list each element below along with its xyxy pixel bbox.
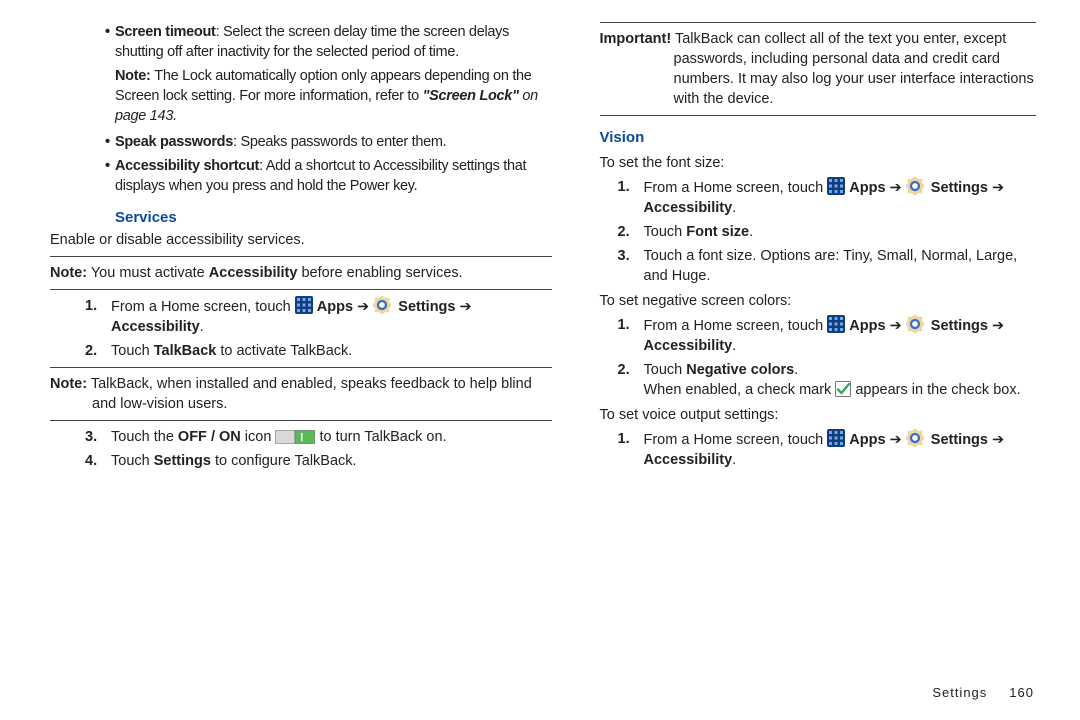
- important-note: Important! TalkBack can collect all of t…: [600, 29, 1037, 109]
- step-1: 1. From a Home screen, touch Apps ➔ Sett…: [618, 177, 1037, 218]
- talkback-note: Note: TalkBack, when installed and enabl…: [50, 374, 552, 414]
- step-2: 2. Touch TalkBack to activate TalkBack.: [85, 341, 552, 361]
- divider: [600, 22, 1037, 23]
- step-4: 4. Touch Settings to configure TalkBack.: [85, 451, 552, 471]
- text: : Speaks passwords to enter them.: [233, 134, 446, 150]
- divider: [50, 289, 552, 290]
- note-ref: "Screen Lock": [423, 88, 519, 104]
- settings-icon: [906, 429, 924, 447]
- footer-page: 160: [1009, 685, 1034, 700]
- divider: [50, 367, 552, 368]
- step-2: 2. Touch Font size.: [618, 222, 1037, 242]
- step-1: 1. From a Home screen, touch Apps ➔ Sett…: [618, 315, 1037, 356]
- right-column: Important! TalkBack can collect all of t…: [596, 22, 1037, 720]
- services-desc: Enable or disable accessibility services…: [50, 230, 552, 250]
- toggle-icon: [275, 430, 315, 444]
- page-footer: Settings 160: [932, 684, 1034, 702]
- neg-intro: To set negative screen colors:: [600, 291, 1037, 311]
- voice-steps: 1. From a Home screen, touch Apps ➔ Sett…: [618, 429, 1037, 470]
- voice-intro: To set voice output settings:: [600, 405, 1037, 425]
- label: Screen timeout: [115, 24, 216, 40]
- services-steps-cont: 3. Touch the OFF / ON icon to turn TalkB…: [85, 427, 552, 471]
- bullet-screen-timeout: Screen timeout: Select the screen delay …: [115, 22, 552, 62]
- note-prefix: Note:: [115, 68, 154, 84]
- font-steps: 1. From a Home screen, touch Apps ➔ Sett…: [618, 177, 1037, 286]
- apps-icon: [827, 429, 845, 447]
- divider: [50, 256, 552, 257]
- heading-vision: Vision: [600, 128, 1037, 149]
- apps-icon: [827, 177, 845, 195]
- settings-icon: [906, 177, 924, 195]
- left-column: Screen timeout: Select the screen delay …: [50, 22, 552, 720]
- font-intro: To set the font size:: [600, 153, 1037, 173]
- divider: [50, 420, 552, 421]
- bullet-a11y-shortcut: Accessibility shortcut: Add a shortcut t…: [115, 156, 552, 196]
- apps-icon: [295, 296, 313, 314]
- note-lock-auto: Note: The Lock automatically option only…: [115, 66, 552, 126]
- step-2: 2. Touch Negative colors. When enabled, …: [618, 360, 1037, 400]
- services-note: Note: You must activate Accessibility be…: [50, 263, 552, 283]
- apps-icon: [827, 315, 845, 333]
- bullet-speak-passwords: Speak passwords: Speaks passwords to ent…: [115, 132, 552, 152]
- step-3: 3. Touch a font size. Options are: Tiny,…: [618, 246, 1037, 286]
- heading-services: Services: [115, 208, 552, 229]
- services-steps: 1. From a Home screen, touch Apps ➔ Sett…: [85, 296, 552, 361]
- step-1: 1. From a Home screen, touch Apps ➔ Sett…: [85, 296, 552, 337]
- step-3: 3. Touch the OFF / ON icon to turn TalkB…: [85, 427, 552, 447]
- checkbox-icon: [835, 381, 851, 397]
- note-prefix: Note:: [50, 265, 87, 281]
- divider: [600, 115, 1037, 116]
- settings-icon: [373, 296, 391, 314]
- neg-steps: 1. From a Home screen, touch Apps ➔ Sett…: [618, 315, 1037, 400]
- step-1: 1. From a Home screen, touch Apps ➔ Sett…: [618, 429, 1037, 470]
- footer-section: Settings: [932, 685, 987, 700]
- settings-icon: [906, 315, 924, 333]
- label: Speak passwords: [115, 134, 233, 150]
- label: Accessibility shortcut: [115, 158, 259, 174]
